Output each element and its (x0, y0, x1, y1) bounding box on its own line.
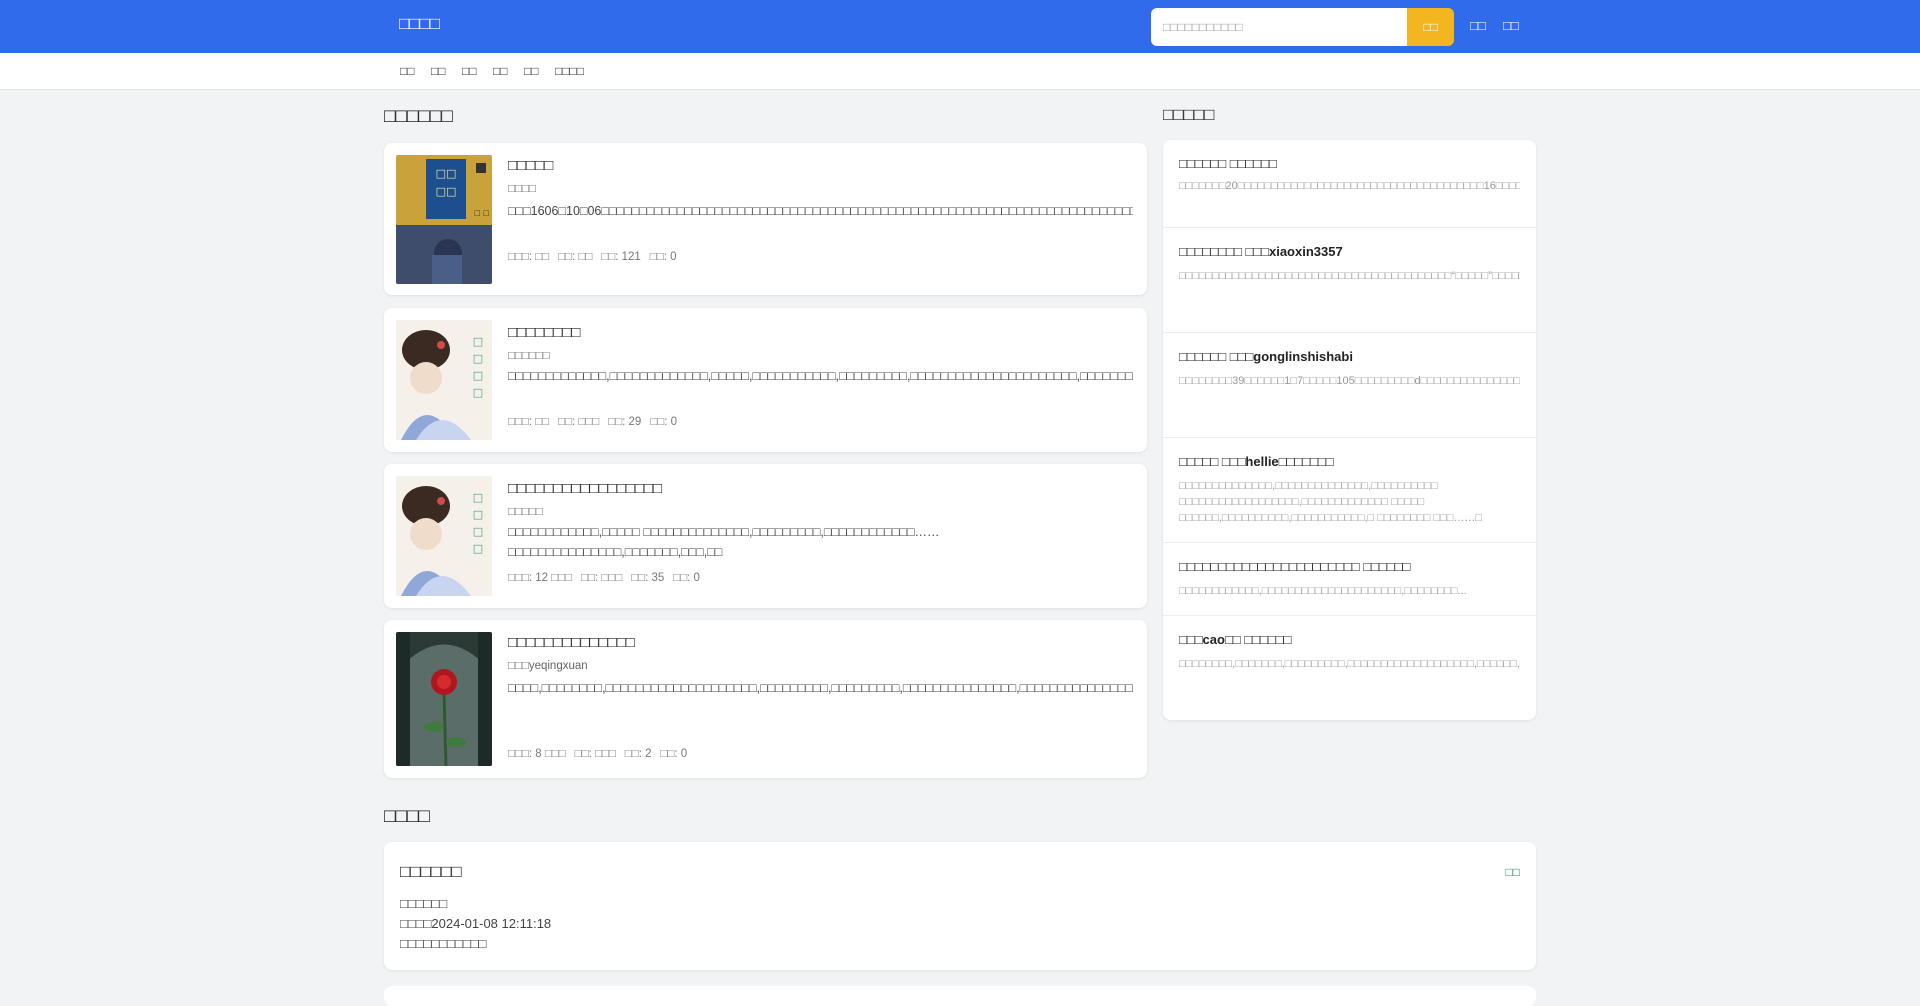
book-cover[interactable]: □ □ □ □ (396, 320, 492, 440)
book-author: □□□□□□ (508, 350, 550, 362)
recommend-section-title: □□□□□□ (384, 106, 453, 127)
svg-text:□□: □□ (436, 167, 457, 180)
side-section-title: □□□□□ (1163, 105, 1215, 124)
book-views: □□: 2 (624, 748, 652, 760)
update-card-next (384, 986, 1536, 1006)
svg-text:□ □: □ □ (474, 209, 489, 217)
book-title[interactable]: □□□□□ (508, 157, 553, 174)
nav-item[interactable]: □□ (431, 64, 446, 78)
login-link[interactable]: □□ (1470, 18, 1486, 33)
book-likes: □□: 0 (673, 572, 700, 584)
svg-text:□: □ (473, 542, 483, 555)
side-item-desc: □□□□□□□□□□□□□□,□□□□□□□□□□□□□□,□□□□□□□□□□… (1179, 480, 1483, 524)
nav-item[interactable]: □□ (524, 64, 539, 78)
book-meta: □□□: 12 □□□ □□: □□□ □□: 35 □□: 0 (508, 572, 709, 584)
book-likes: □□: 0 (650, 416, 678, 428)
side-item-desc: □□□□□□□□□□□□,□□□□□□□□□□□□□□□□□□□□□,□□□□□… (1179, 585, 1467, 597)
book-word-count: □□□: 8 □□□ (508, 748, 566, 760)
book-meta: □□□: 8 □□□ □□: □□□ □□: 2 □□: 0 (508, 748, 696, 760)
side-recommend-panel: □□□□□□ □□□□□□ □□□□□□□20□□□□□□□□□□□□□□□□□… (1163, 140, 1536, 720)
update-card[interactable]: □□□□□□ □□ □□□□□□ □□□□2024-01-08 12:11:18… (384, 842, 1536, 970)
book-author: □□□□ (508, 183, 536, 195)
search-button[interactable]: □□ (1407, 8, 1454, 46)
svg-text:□: □ (473, 525, 483, 538)
update-chapter: □□□□□□ (400, 896, 448, 911)
book-author: □□□yeqingxuan (508, 660, 588, 672)
search-input[interactable] (1151, 8, 1407, 46)
book-views: □□: 35 (631, 572, 665, 584)
book-card[interactable]: □ □ □ □ □□□□□□□□ □□□□□□ □□□□□□□□□□□□□,□□… (384, 308, 1147, 452)
svg-text:□: □ (473, 386, 483, 399)
book-meta: □□□: □□ □□: □□ □□: 121 □□: 0 (508, 251, 685, 263)
svg-text:□: □ (473, 369, 483, 382)
side-item-desc: □□□□□□□20□□□□□□□□□□□□□□□□□□□□□□□□□□□□□□□… (1179, 180, 1520, 192)
book-category: □□: □□□ (574, 748, 616, 760)
nav-item[interactable]: □□ (400, 64, 415, 78)
book-cover[interactable]: □ □ □ □ (396, 476, 492, 596)
book-card[interactable]: □□□□□□□□□□□□□□ □□□yeqingxuan □□□□,□□□□□□… (384, 620, 1147, 778)
top-header: □□□□ □□ □□ □□ (0, 0, 1920, 53)
side-item-title[interactable]: □□□□□□□□□□□□□□□□□□□□□□□ □□□□□□ (1179, 559, 1410, 574)
update-read-link[interactable]: □□ (1506, 865, 1521, 879)
book-status: □□□: □□ (508, 251, 550, 263)
side-list-item[interactable]: □□□□□ □□□hellie□□□□□□□ □□□□□□□□□□□□□□,□□… (1163, 438, 1536, 543)
nav-item[interactable]: □□□□ (555, 64, 584, 78)
book-title[interactable]: □□□□□□□□□□□□□□ (508, 634, 635, 651)
register-link[interactable]: □□ (1503, 18, 1519, 33)
update-time: □□□□2024-01-08 12:11:18 (400, 916, 552, 931)
book-status: □□□: □□ (508, 416, 550, 428)
book-description: □□□□□□□□□□□□□,□□□□□□□□□□□□□,□□□□□,□□□□□□… (508, 369, 1133, 383)
book-cover[interactable] (396, 632, 492, 766)
side-list-item[interactable]: □□□□□□ □□□gonglinshishabi □□□□□□□□39□□□□… (1163, 333, 1536, 438)
svg-text:□: □ (473, 352, 483, 365)
side-item-title[interactable]: □□□□□□ □□□gonglinshishabi (1179, 349, 1353, 364)
svg-text:□: □ (473, 335, 483, 348)
book-author: □□□□□ (508, 506, 543, 518)
book-cover[interactable]: □□ □□ □ □ (396, 155, 492, 284)
book-word-count: □□□: 12 □□□ (508, 572, 573, 584)
book-description: □□□□□□□□□□□□,□□□□□ □□□□□□□□□□□□□□,□□□□□□… (508, 525, 940, 559)
book-category: □□: □□□ (581, 572, 623, 584)
book-meta: □□□: □□ □□: □□□ □□: 29 □□: 0 (508, 416, 686, 428)
side-item-title[interactable]: □□□□□ □□□hellie□□□□□□□ (1179, 454, 1334, 469)
side-item-title[interactable]: □□□cao□□ □□□□□□ (1179, 632, 1291, 647)
book-category: □□: □□□ (558, 416, 600, 428)
side-item-title[interactable]: □□□□□□ □□□□□□ (1179, 156, 1277, 171)
site-logo[interactable]: □□□□ (399, 14, 440, 34)
book-card[interactable]: □ □ □ □ □□□□□□□□□□□□□□□□□ □□□□□ □□□□□□□□… (384, 464, 1147, 608)
book-card[interactable]: □□ □□ □ □ □□□□□ □□□□ □□□1606□10□06□□□□□□… (384, 143, 1147, 295)
update-summary: □□□□□□□□□□□ (400, 936, 487, 951)
book-title[interactable]: □□□□□□□□ (508, 324, 580, 341)
side-item-desc: □□□□□□□□39□□□□□□1□7□□□□□105□□□□□□□□□d□□□… (1179, 375, 1520, 387)
side-item-desc: □□□□□□□□,□□□□□□□,□□□□□□□□□,□□□□□□□□□□□□□… (1179, 658, 1520, 670)
side-list-item[interactable]: □□□cao□□ □□□□□□ □□□□□□□□,□□□□□□□,□□□□□□□… (1163, 616, 1536, 720)
book-description: □□□□,□□□□□□□□,□□□□□□□□□□□□□□□□□□□□,□□□□□… (508, 681, 1133, 695)
book-views: □□: 121 (601, 251, 641, 263)
svg-text:□: □ (473, 491, 483, 504)
update-title[interactable]: □□□□□□ (400, 862, 462, 882)
book-views: □□: 29 (608, 416, 642, 428)
book-description: □□□1606□10□06□□□□□□□□□□□□□□□□□□□□□□□□□□□… (508, 204, 1133, 218)
side-list-item[interactable]: □□□□□□□□ □□□xiaoxin3357 □□□□□□□□□□□□□□□□… (1163, 228, 1536, 333)
book-likes: □□: 0 (649, 251, 677, 263)
search-bar: □□ (1151, 8, 1454, 46)
side-list-item[interactable]: □□□□□□□□□□□□□□□□□□□□□□□ □□□□□□ □□□□□□□□□… (1163, 543, 1536, 616)
book-likes: □□: 0 (660, 748, 688, 760)
book-title[interactable]: □□□□□□□□□□□□□□□□□ (508, 480, 662, 497)
side-list-item[interactable]: □□□□□□ □□□□□□ □□□□□□□20□□□□□□□□□□□□□□□□□… (1163, 140, 1536, 228)
side-item-desc: □□□□□□□□□□□□□□□□□□□□□□□□□□□□□□□□□□□□□□□□… (1179, 270, 1520, 282)
category-nav: □□ □□ □□ □□ □□ □□□□ (0, 53, 1920, 90)
nav-item[interactable]: □□ (493, 64, 508, 78)
side-item-title[interactable]: □□□□□□□□ □□□xiaoxin3357 (1179, 244, 1343, 259)
svg-text:□□: □□ (436, 185, 457, 198)
nav-item[interactable]: □□ (462, 64, 477, 78)
latest-section-title: □□□□ (384, 806, 430, 827)
book-category: □□: □□ (558, 251, 593, 263)
svg-text:□: □ (473, 508, 483, 521)
